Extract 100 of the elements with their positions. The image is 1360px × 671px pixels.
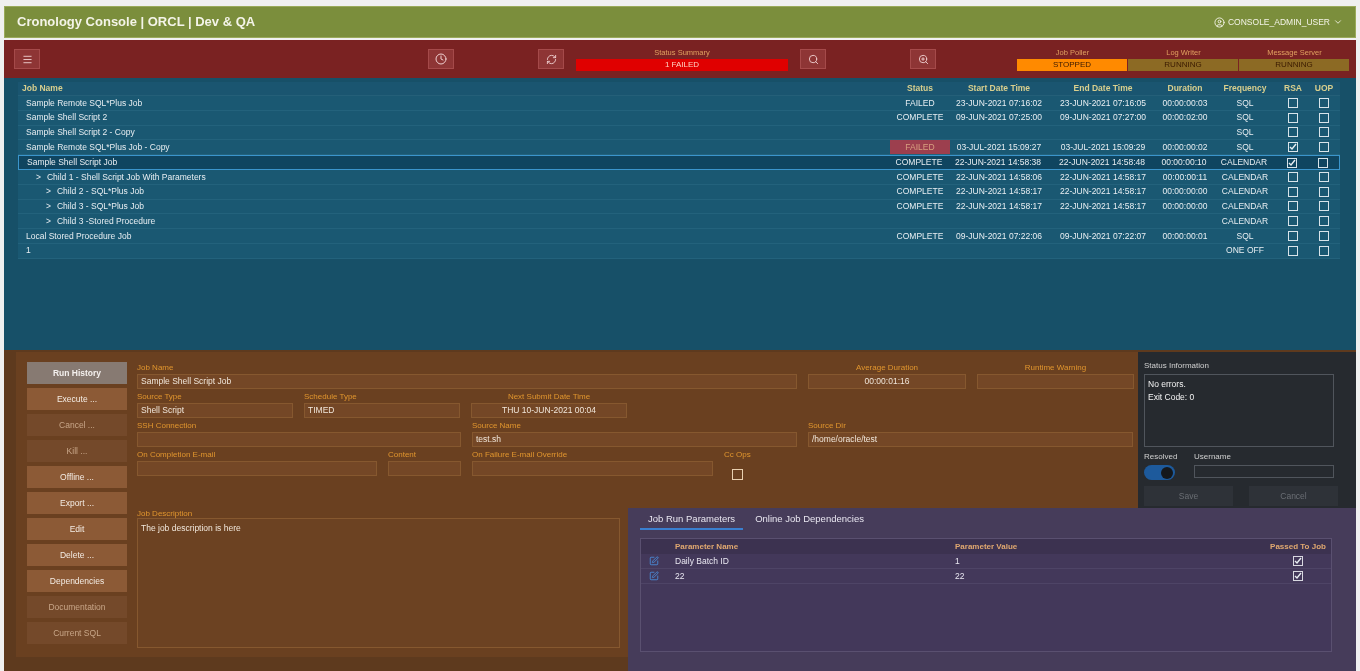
job-row[interactable]: Sample Shell Script Job COMPLETE 22-JUN-2021 14:58:38 22-JUN-2021 14:58:48 00:00:00:10 CALENDAR (18, 155, 1340, 170)
expand-toggle[interactable]: > (36, 170, 41, 184)
checkbox[interactable] (1319, 231, 1329, 242)
job-row[interactable]: Sample Remote SQL*Plus Job - Copy FAILED 03-JUL-2021 15:09:27 03-JUL-2021 15:09:29 00:00:00:02 SQL (18, 140, 1340, 156)
table-cell: 09-JUN-2021 07:27:00 (1060, 112, 1146, 123)
column-header[interactable]: Start Date Time (950, 82, 1048, 95)
refresh-icon (545, 53, 557, 65)
checkbox[interactable] (1288, 171, 1298, 182)
checkbox[interactable] (1288, 201, 1298, 212)
field-label: Source Name (472, 420, 522, 432)
column-header[interactable]: Job Name (18, 82, 890, 95)
table-cell: 09-JUN-2021 07:22:07 (1060, 230, 1146, 241)
search-button[interactable] (800, 49, 826, 69)
description-field[interactable]: The job description is here (137, 518, 620, 648)
table-cell: 03-JUL-2021 15:09:29 (1060, 141, 1146, 152)
refresh-button[interactable] (538, 49, 564, 69)
job-row[interactable]: Local Stored Procedure Job COMPLETE 09-JUN-2021 07:22:06 09-JUN-2021 07:22:07 00:00:00:01 SQL (18, 229, 1340, 244)
status-cell-text: COMPLETE (895, 170, 945, 184)
checkbox[interactable] (1319, 186, 1329, 197)
text-field[interactable] (137, 461, 377, 476)
text-field[interactable]: /home/oracle/test (808, 432, 1133, 447)
job-name: Sample Shell Script Job (27, 156, 118, 169)
checked-checkbox[interactable] (1287, 157, 1297, 168)
column-header[interactable]: Passed To Job (1265, 540, 1331, 553)
column-header[interactable]: Parameter Value (951, 540, 1265, 553)
expand-toggle[interactable]: > (46, 200, 51, 213)
expand-toggle[interactable]: > (46, 214, 51, 228)
checkbox[interactable] (1319, 201, 1329, 212)
checked-checkbox[interactable] (1293, 571, 1303, 581)
menu-icon (21, 53, 33, 65)
action-button[interactable]: Delete ... (27, 544, 127, 566)
checkbox[interactable] (1319, 216, 1329, 227)
job-row[interactable]: Sample Remote SQL*Plus Job FAILED 23-JUN-2021 07:16:02 23-JUN-2021 07:16:05 00:00:00:03 SQL (18, 96, 1340, 111)
column-header[interactable]: Duration (1158, 82, 1212, 95)
checkbox[interactable] (1288, 127, 1298, 138)
field-label: On Failure E-mail Override (472, 449, 569, 461)
column-header[interactable]: Frequency (1212, 82, 1278, 95)
text-field[interactable] (388, 461, 461, 476)
table-cell: CALENDAR (1221, 215, 1269, 226)
column-header[interactable]: RSA (1278, 82, 1308, 95)
action-button[interactable]: Export ... (27, 492, 127, 514)
table-cell: 00:00:00:00 (1162, 186, 1208, 197)
table-cell-text: Daily Batch ID (674, 554, 730, 568)
job-row[interactable]: > Child 3 -Stored Procedure CALENDAR (18, 214, 1340, 230)
table-cell: 22-JUN-2021 14:58:17 (1060, 186, 1146, 197)
checkbox[interactable] (1318, 157, 1328, 168)
chevron-down-icon (1333, 17, 1343, 27)
text-field[interactable]: TIMED (304, 403, 460, 418)
checkbox[interactable] (1288, 245, 1298, 256)
text-field[interactable]: test.sh (472, 432, 797, 447)
checkbox[interactable] (1288, 112, 1298, 123)
checkbox[interactable] (1319, 142, 1329, 153)
column-header[interactable]: Status (890, 82, 950, 95)
checkbox[interactable] (1288, 216, 1298, 227)
checkbox[interactable] (1288, 186, 1298, 197)
checkbox[interactable] (1288, 97, 1298, 108)
table-cell: 09-JUN-2021 07:22:06 (956, 230, 1042, 241)
user-menu[interactable]: CONSOLE_ADMIN_USER (1213, 15, 1343, 29)
checked-checkbox[interactable] (1293, 556, 1303, 566)
checkbox[interactable] (1319, 112, 1329, 123)
text-field[interactable] (472, 461, 713, 476)
column-header[interactable]: Parameter Name (667, 540, 951, 553)
search-icon (807, 53, 819, 65)
history-button[interactable] (428, 49, 454, 69)
zoom-in-button[interactable] (910, 49, 936, 69)
column-header[interactable]: End Date Time (1048, 82, 1158, 95)
column-header[interactable]: UOP (1308, 82, 1340, 95)
text-field[interactable]: 00:00:01:16 (808, 374, 966, 389)
expand-toggle[interactable]: > (46, 185, 51, 199)
field-label: Cc Ops (724, 449, 751, 461)
checkbox[interactable] (1319, 171, 1329, 182)
checkbox[interactable] (1288, 231, 1298, 242)
table-cell-text: 22 (674, 569, 686, 583)
menu-button[interactable] (14, 49, 40, 69)
status-summary-bar[interactable]: 1 FAILED (576, 58, 788, 71)
tab[interactable]: Job Run Parameters (640, 510, 744, 530)
action-button[interactable]: Execute ... (27, 388, 127, 410)
action-button[interactable]: Offline ... (27, 466, 127, 488)
username-field[interactable] (1194, 465, 1334, 478)
checked-checkbox[interactable] (1288, 142, 1298, 153)
text-field[interactable]: THU 10-JUN-2021 00:04 (471, 403, 627, 418)
text-field[interactable]: Shell Script (137, 403, 293, 418)
job-name: Child 2 - SQL*Plus Job (56, 185, 144, 199)
text-field[interactable] (137, 432, 461, 447)
text-field[interactable] (977, 374, 1134, 389)
checkbox[interactable] (1319, 127, 1329, 138)
checkbox[interactable] (1319, 245, 1329, 256)
field-label: Job Name (137, 362, 175, 374)
text-field[interactable]: Sample Shell Script Job (137, 374, 797, 389)
field-label: Runtime Warning (1023, 362, 1088, 374)
tab[interactable]: Online Job Dependencies (747, 510, 872, 530)
toggle-switch[interactable] (1144, 465, 1175, 480)
user-icon (1213, 16, 1225, 28)
action-button[interactable]: Edit (27, 518, 127, 540)
action-button[interactable]: Run History (27, 362, 127, 384)
checkbox[interactable] (732, 469, 743, 480)
indicator-status: RUNNING (1239, 58, 1350, 71)
action-button[interactable]: Dependencies (27, 570, 127, 592)
checkbox[interactable] (1319, 97, 1329, 108)
table-cell: 22-JUN-2021 14:58:38 (955, 157, 1041, 168)
